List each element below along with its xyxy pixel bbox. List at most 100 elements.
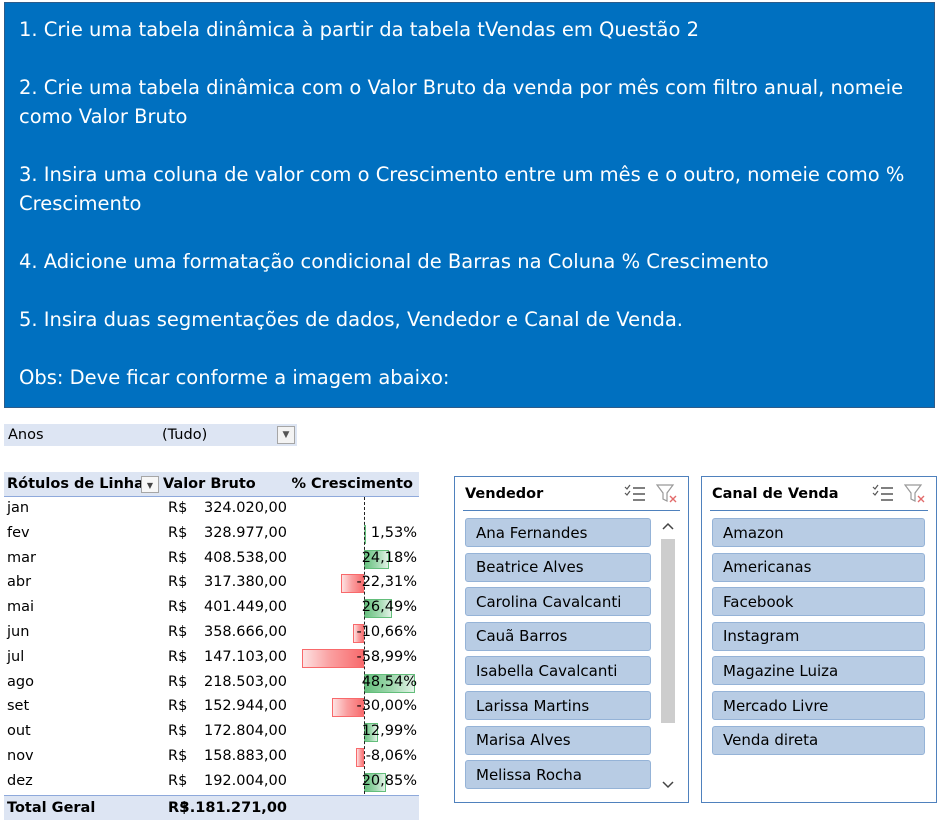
row-valor-bruto: 152.944,00 [203, 698, 287, 715]
instructions-panel: 1. Crie uma tabela dinâmica à partir da … [4, 2, 935, 408]
slicer-item[interactable]: Marisa Alves [465, 725, 651, 755]
filter-dropdown-button[interactable]: ▼ [277, 426, 295, 444]
row-currency: R$ [168, 698, 188, 715]
slicer-item[interactable]: Instagram [712, 621, 925, 651]
data-bar-axis [364, 497, 365, 794]
pivot-row[interactable]: jul R$ 147.103,00 -58,99% [4, 646, 419, 671]
slicer-item[interactable]: Amazon [712, 518, 925, 547]
row-valor-bruto: 158.883,00 [203, 747, 287, 764]
row-crescimento: 24,18% [361, 549, 417, 566]
slicer-toolbar [872, 484, 926, 504]
slicer-title: Vendedor [465, 486, 544, 502]
row-crescimento: -8,06% [365, 747, 417, 764]
slicer-item[interactable]: Isabella Cavalcanti [465, 656, 651, 686]
pivot-filter-row: Anos (Tudo) ▼ [4, 424, 297, 446]
slicer-divider [710, 510, 928, 511]
row-crescimento: 12,99% [361, 723, 417, 740]
row-month: jun [7, 623, 30, 640]
slicer-divider [463, 510, 680, 511]
instruction-5: 5. Insira duas segmentações de dados, Ve… [19, 308, 683, 331]
slicer-scrollbar[interactable] [658, 517, 678, 794]
pivot-header-row: Rótulos de Linha ▼ Valor Bruto % Crescim… [4, 472, 419, 497]
row-valor-bruto: 408.538,00 [203, 549, 287, 566]
slicer-item[interactable]: Magazine Luiza [712, 656, 925, 686]
row-valor-bruto: 401.449,00 [203, 599, 287, 616]
slicer-item[interactable]: Mercado Livre [712, 691, 925, 720]
row-currency: R$ [168, 574, 188, 591]
row-crescimento: -58,99% [356, 648, 417, 665]
row-currency: R$ [168, 673, 188, 690]
row-month: set [7, 698, 30, 715]
row-month: nov [7, 747, 34, 764]
pivot-row[interactable]: jun R$ 358.666,00 -10,66% [4, 621, 419, 646]
instruction-note: Obs: Deve ficar conforme a imagem abaixo… [19, 366, 450, 389]
row-valor-bruto: 324.020,00 [203, 500, 287, 516]
scrollbar-thumb[interactable] [661, 539, 675, 723]
pivot-row[interactable]: mar R$ 408.538,00 24,18% [4, 547, 419, 572]
negative-data-bar [355, 747, 364, 767]
scroll-up-icon[interactable] [658, 517, 678, 535]
dropdown-arrow-icon: ▼ [282, 430, 290, 440]
multi-select-icon[interactable] [872, 484, 894, 502]
row-month: dez [7, 772, 33, 789]
slicer-item[interactable]: Cauã Barros [465, 621, 651, 651]
clear-filter-icon[interactable] [656, 484, 678, 504]
pivot-row[interactable]: set R$ 152.944,00 -30,00% [4, 695, 419, 720]
pivot-row[interactable]: ago R$ 218.503,00 48,54% [4, 671, 419, 696]
row-month: mar [7, 549, 36, 566]
scroll-down-icon[interactable] [658, 776, 678, 794]
dropdown-arrow-icon: ▼ [146, 481, 154, 490]
header-valor-bruto: Valor Bruto [163, 476, 256, 492]
row-valor-bruto: 218.503,00 [203, 673, 287, 690]
row-currency: R$ [168, 723, 188, 740]
slicer-item[interactable]: Venda direta [712, 725, 925, 755]
row-currency: R$ [168, 500, 188, 516]
row-valor-bruto: 358.666,00 [203, 623, 287, 640]
total-label: Total Geral [7, 799, 96, 816]
row-valor-bruto: 192.004,00 [203, 772, 287, 789]
row-currency: R$ [168, 524, 188, 541]
row-currency: R$ [168, 599, 188, 616]
slicer-item[interactable]: Ana Fernandes [465, 518, 651, 547]
row-crescimento: 48,54% [361, 673, 417, 690]
row-crescimento: 26,49% [361, 599, 417, 616]
pivot-row[interactable]: abr R$ 317.380,00 -22,31% [4, 571, 419, 596]
slicer-item[interactable]: Americanas [712, 552, 925, 582]
slicer-vendedor[interactable]: Vendedor Ana Fernandes Beatrice Alves Caro… [454, 476, 689, 803]
row-currency: R$ [168, 772, 188, 789]
slicer-item[interactable]: Melissa Rocha [465, 760, 651, 790]
pivot-row[interactable]: dez R$ 192.004,00 20,85% [4, 770, 419, 795]
row-valor-bruto: 172.804,00 [203, 723, 287, 740]
pivot-row[interactable]: jan R$ 324.020,00 [4, 497, 419, 522]
filter-label: Anos [8, 427, 44, 443]
slicer-item[interactable]: Beatrice Alves [465, 552, 651, 582]
row-currency: R$ [168, 549, 188, 566]
row-labels-dropdown-button[interactable]: ▼ [141, 476, 159, 493]
slicer-item[interactable]: Facebook [712, 587, 925, 617]
instruction-4: 4. Adicione uma formatação condicional d… [19, 250, 769, 273]
slicer-title: Canal de Venda [712, 486, 839, 502]
pivot-total-row: Total Geral R$ 3.181.271,00 [4, 794, 419, 820]
pivot-row[interactable]: nov R$ 158.883,00 -8,06% [4, 745, 419, 770]
pivot-row[interactable]: mai R$ 401.449,00 26,49% [4, 596, 419, 621]
pivot-row[interactable]: fev R$ 328.977,00 1,53% [4, 522, 419, 547]
slicer-item[interactable]: Carolina Cavalcanti [465, 587, 651, 617]
row-crescimento: -10,66% [356, 623, 417, 640]
multi-select-icon[interactable] [624, 484, 646, 502]
negative-data-bar [302, 648, 364, 668]
total-value: 3.181.271,00 [179, 799, 287, 816]
clear-filter-icon[interactable] [904, 484, 926, 504]
filter-value: (Tudo) [162, 427, 208, 443]
row-month: mai [7, 599, 35, 616]
row-crescimento: -22,31% [356, 574, 417, 591]
pivot-row[interactable]: out R$ 172.804,00 12,99% [4, 720, 419, 745]
row-currency: R$ [168, 747, 188, 764]
pivot-body: jan R$ 324.020,00 fev R$ 328.977,00 1,53% mar R$… [4, 497, 419, 795]
row-crescimento: 1,53% [370, 524, 417, 541]
instruction-2: 2. Crie uma tabela dinâmica com o Valor … [19, 76, 904, 128]
header-crescimento: % Crescimento [291, 476, 413, 492]
row-currency: R$ [168, 623, 188, 640]
slicer-canal-de-venda[interactable]: Canal de Venda Amazon Americanas Facebook I… [701, 476, 937, 803]
row-valor-bruto: 317.380,00 [203, 574, 287, 591]
slicer-item[interactable]: Larissa Martins [465, 691, 651, 720]
